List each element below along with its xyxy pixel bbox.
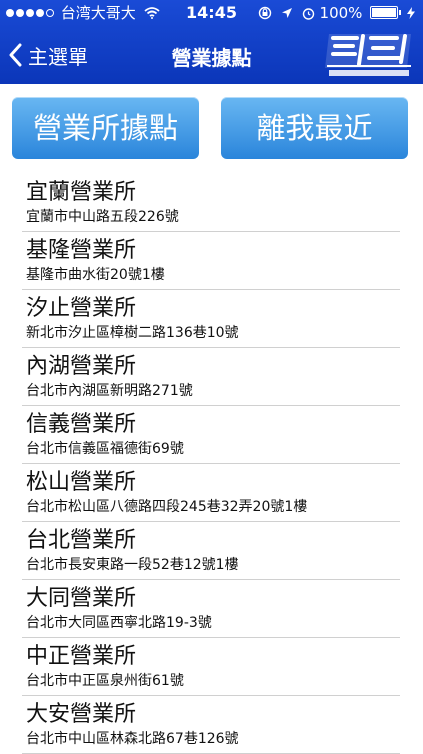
office-name: 信義營業所 [26,412,137,437]
office-name: 內湖營業所 [26,354,137,379]
office-address: 台北市中正區泉州街61號 [26,673,184,689]
office-address: 台北市大同區西寧北路19-3號 [26,615,212,631]
location-arrow-icon [281,8,292,18]
office-name: 松山營業所 [26,470,137,495]
office-name: 台北營業所 [26,528,137,553]
office-list: 宜蘭營業所 宜蘭市中山路五段226號 基隆營業所 基隆市曲水街20號1樓 汐止營… [22,174,400,754]
office-address: 台北市中山區林森北路67巷126號 [26,731,239,747]
charging-icon [407,7,415,19]
office-name: 宜蘭營業所 [26,180,137,205]
status-bar: 台湾大哥大 14:45 100% [0,0,423,26]
list-item[interactable]: 大安營業所 台北市中山區林森北路67巷126號 [22,696,400,754]
list-item[interactable]: 基隆營業所 基隆市曲水街20號1樓 [22,232,400,290]
list-item[interactable]: 內湖營業所 台北市內湖區新明路271號 [22,348,400,406]
office-address: 台北市信義區福德街69號 [26,441,184,457]
office-address: 新北市汐止區樟樹二路136巷10號 [26,325,239,341]
list-item[interactable]: 中正營業所 台北市中正區泉州街61號 [22,638,400,696]
office-address: 台北市松山區八德路四段245巷32弄20號1樓 [26,499,308,515]
offices-button[interactable]: 營業所據點 [12,97,199,159]
brand-logo [325,34,411,76]
battery-icon [370,6,402,19]
office-address: 台北市長安東路一段52巷12號1樓 [26,557,239,573]
status-right: 100% [258,0,415,26]
battery-percent: 100% [319,4,363,22]
office-address: 基隆市曲水街20號1樓 [26,267,165,283]
list-item[interactable]: 大同營業所 台北市大同區西寧北路19-3號 [22,580,400,638]
rotation-lock-icon [259,6,272,20]
office-address: 宜蘭市中山路五段226號 [26,209,179,225]
office-name: 汐止營業所 [26,296,137,321]
office-name: 中正營業所 [26,644,137,669]
list-item[interactable]: 台北營業所 台北市長安東路一段52巷12號1樓 [22,522,400,580]
list-item[interactable]: 宜蘭營業所 宜蘭市中山路五段226號 [22,174,400,232]
office-name: 大安營業所 [26,702,137,727]
list-item[interactable]: 信義營業所 台北市信義區福德街69號 [22,406,400,464]
office-address: 台北市內湖區新明路271號 [26,383,193,399]
list-item[interactable]: 汐止營業所 新北市汐止區樟樹二路136巷10號 [22,290,400,348]
top-bar: 台湾大哥大 14:45 100% 主選單 營業據點 [0,0,423,84]
alarm-icon [302,8,314,20]
office-name: 基隆營業所 [26,238,137,263]
navigation-bar: 主選單 營業據點 [0,30,423,80]
nearest-button[interactable]: 離我最近 [221,97,408,159]
office-name: 大同營業所 [26,586,137,611]
list-item[interactable]: 松山營業所 台北市松山區八德路四段245巷32弄20號1樓 [22,464,400,522]
button-row: 營業所據點 離我最近 [12,97,410,159]
